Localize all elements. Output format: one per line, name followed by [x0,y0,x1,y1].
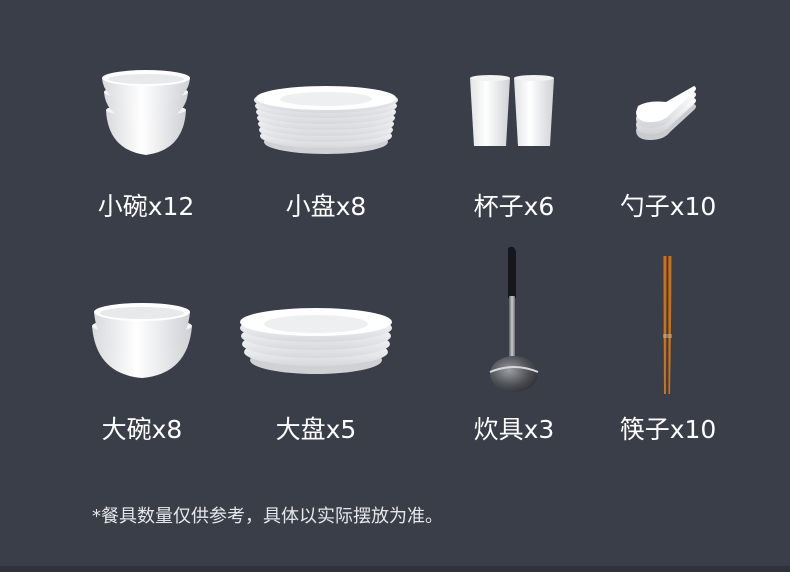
item-label: 筷子x10 [619,415,717,444]
chopsticks-icon [663,256,672,394]
cups-icon [470,75,554,146]
small-plate-stack-icon [254,86,398,154]
item-label: 小碗x12 [97,192,195,221]
item-label: 勺子x10 [619,192,717,221]
disclaimer-note: *餐具数量仅供参考，具体以实际摆放为准。 [92,506,443,527]
item-label: 大盘x5 [275,415,357,444]
item-label: 炊具x3 [473,415,555,444]
large-plate-stack-icon [240,308,392,374]
ladle-icon [489,246,539,392]
spoons-icon [636,86,696,140]
tableware-set-panel: 小碗x12 小盘x8 杯子x6 勺子x10 大碗x8 大盘x5 炊具x3 筷子x… [0,0,790,572]
bottom-divider [0,566,790,572]
small-bowl-stack-icon [102,70,190,155]
item-label: 杯子x6 [473,192,555,221]
item-label: 大碗x8 [101,415,183,444]
item-label: 小盘x8 [285,192,367,221]
large-bowl-stack-icon [92,303,192,378]
